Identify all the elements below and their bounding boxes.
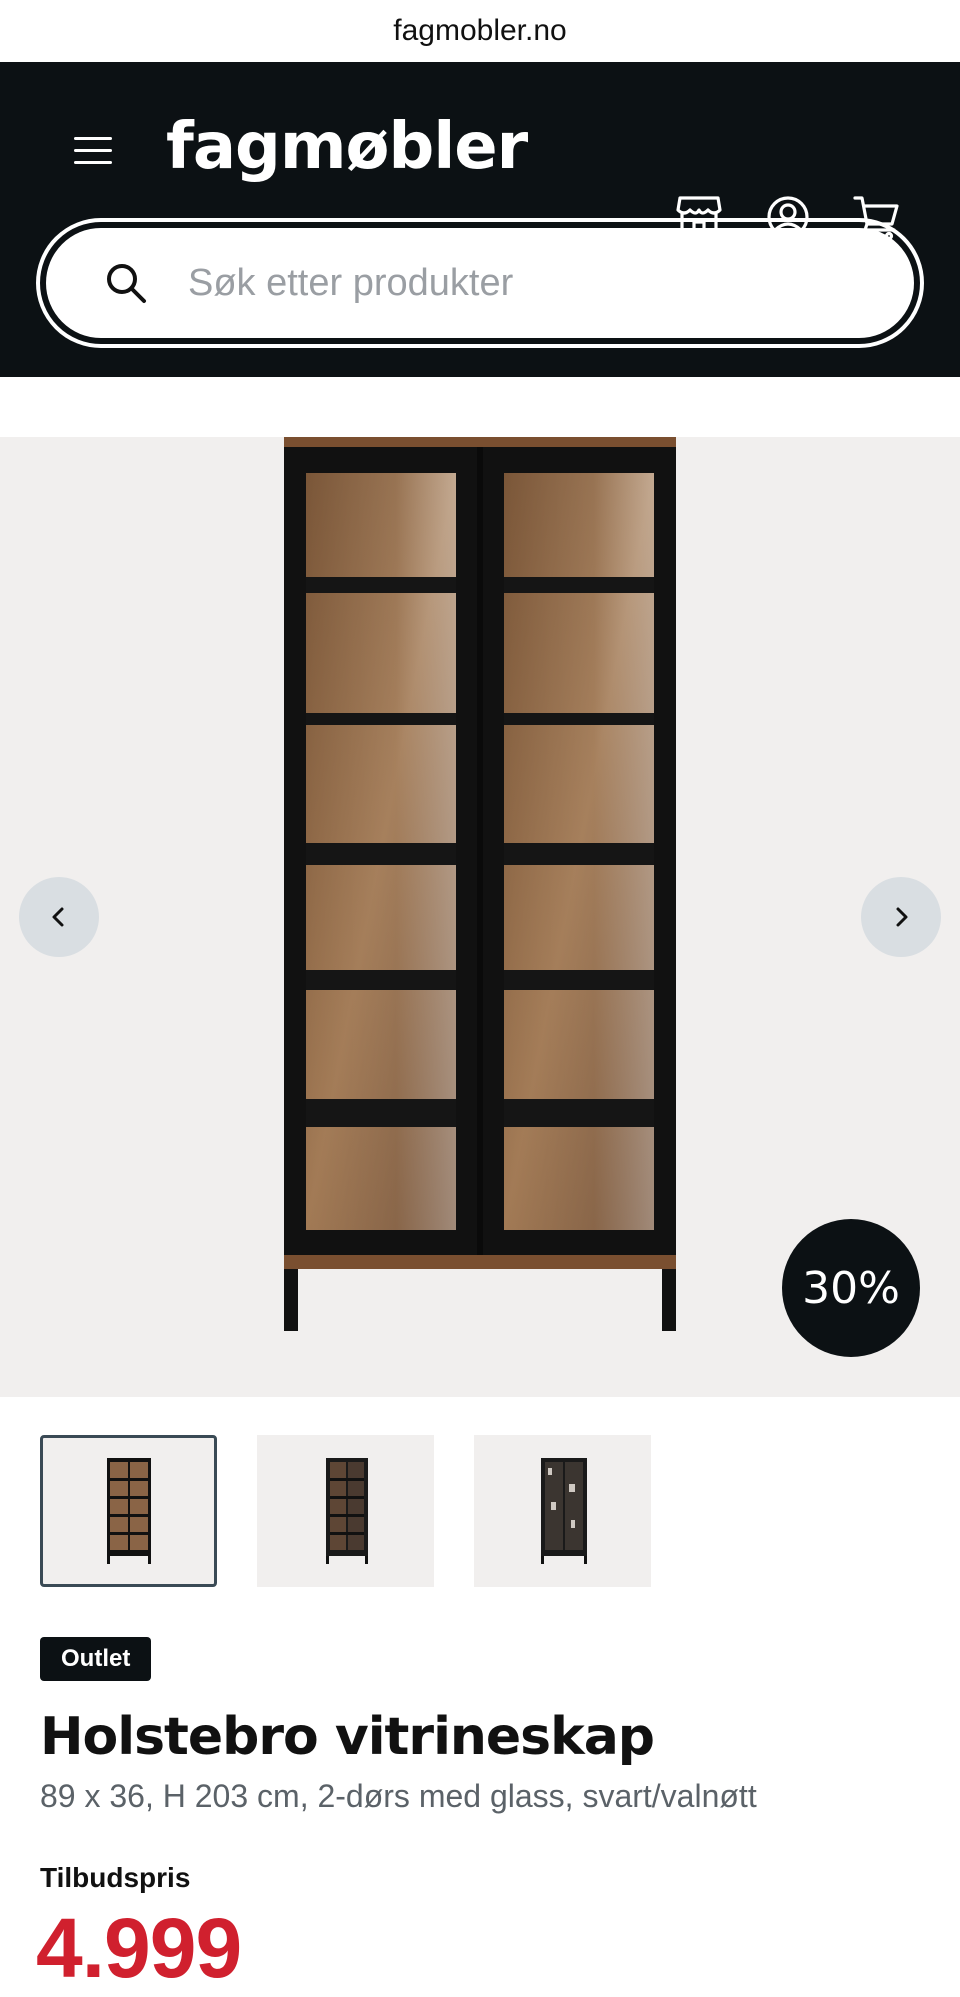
search-input[interactable] — [186, 260, 830, 306]
gallery-prev-button[interactable] — [19, 877, 99, 957]
thumbnail-3[interactable] — [474, 1435, 651, 1587]
price-label: Tilbudspris — [40, 1862, 191, 1893]
product-price: 4.999 — [36, 1901, 242, 1995]
outlet-badge: Outlet — [40, 1637, 152, 1681]
thumbnail-2[interactable] — [257, 1435, 434, 1587]
product-subtitle: 89 x 36, H 203 cm, 2-dørs med glass, sva… — [40, 1778, 757, 1814]
chevron-left-icon — [52, 907, 64, 927]
product-image-gallery[interactable]: 30% — [0, 437, 960, 1397]
brand-logo[interactable]: fagmøbler — [166, 110, 528, 184]
url-text: fagmobler.no — [393, 14, 567, 47]
thumbnail-strip — [40, 1435, 651, 1587]
search-bar — [36, 218, 924, 348]
gallery-next-button[interactable] — [861, 877, 941, 957]
discount-badge: 30% — [782, 1219, 920, 1357]
thumbnail-image — [106, 1458, 151, 1564]
thumbnail-image — [540, 1458, 587, 1564]
site-header: fagmøbler — [0, 62, 960, 377]
thumbnail-image — [325, 1458, 368, 1564]
menu-icon[interactable] — [74, 137, 114, 167]
search-icon[interactable] — [104, 261, 148, 305]
chevron-right-icon — [896, 907, 908, 927]
product-title: Holstebro vitrineskap — [40, 1707, 655, 1767]
browser-url-bar[interactable]: fagmobler.no — [0, 0, 960, 62]
thumbnail-1[interactable] — [40, 1435, 217, 1587]
